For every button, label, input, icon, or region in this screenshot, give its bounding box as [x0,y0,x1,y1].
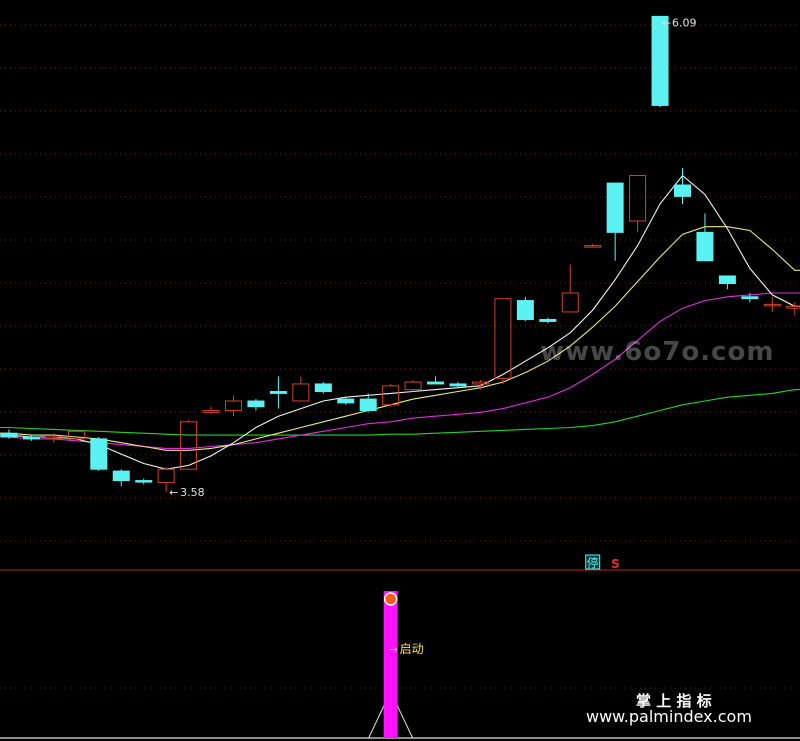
down-candle [606,182,624,261]
candle-body [404,381,422,391]
signal-label: 启动 [400,642,424,656]
up-candle [629,175,647,233]
up-candle [67,429,85,441]
up-candle [584,243,602,248]
signal-markers: 停 S [585,554,620,571]
watermark-bottom-url: www.palmindex.com [586,707,752,726]
signal-bar [383,591,398,738]
watermark-top: www.6o7o.com [540,337,774,367]
low-arrow-icon: ← [169,486,178,499]
candle-body [674,184,691,197]
signal-dot-icon [383,592,398,606]
high-price-label: 6.09 [672,16,697,29]
candle-body [382,385,400,406]
candle-body [225,400,242,411]
down-candle [314,382,332,394]
down-candle [427,376,445,385]
candle-body [494,298,512,379]
candle-body [718,275,736,285]
low-price-label: 3.58 [180,486,205,499]
down-candle [22,435,40,441]
up-candle [180,419,198,470]
candle-body [269,391,287,394]
moving-average-lines [0,174,800,470]
candle-body [180,421,198,470]
candle-body [427,381,445,385]
candle-body [359,398,377,411]
up-candle [225,395,242,417]
up-candle [292,376,310,402]
candle-body [741,296,759,300]
candle-body [112,470,130,482]
stop-marker: 停 [587,555,599,570]
up-candle [404,380,422,392]
down-candle [112,469,130,487]
candle-body [202,409,220,413]
signal-arrow-icon: → [389,643,398,656]
down-candle [516,296,534,322]
ma-slow-line [0,292,800,449]
candle-body [786,305,800,309]
grid-lines [0,24,800,542]
up-candle [763,296,781,312]
down-candle [651,15,669,108]
candle-body [337,398,355,404]
candle-body [651,15,669,106]
candle-body [0,432,18,438]
candle-body [696,231,714,262]
candle-body [629,175,647,222]
candle-body [22,436,40,440]
candle-body [247,400,265,408]
down-candle [90,437,108,472]
s-marker: S [611,557,620,571]
candlestick-chart: 6.09 3.58 ←← 停 S 启动 → www.6o7o.com 掌 上 指… [0,15,800,739]
up-candle [202,406,220,415]
high-arrow-icon: ← [662,16,671,29]
candle-body [135,480,153,483]
down-candle [539,317,557,324]
down-candle [696,213,714,262]
down-candle [718,275,736,290]
up-candle [786,302,800,316]
down-candle [269,376,287,409]
candle-body [157,468,175,483]
price-annotations: 6.09 3.58 ← ← [169,16,696,499]
candle-body [292,383,310,402]
down-candle [135,478,153,485]
down-candle [674,167,691,204]
candle-body [539,319,557,322]
up-candle [561,264,579,313]
candle-body [314,383,332,393]
candle-body [90,438,108,470]
down-candle [0,429,18,439]
down-candle [247,399,265,411]
candle-body [449,383,467,387]
candle-body [606,182,624,233]
ma-fast-line [0,174,800,470]
candle-body [516,300,534,321]
candle-body [561,292,579,313]
